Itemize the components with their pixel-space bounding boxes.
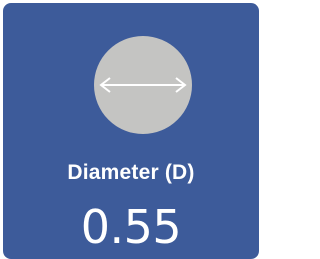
double-arrow-icon xyxy=(99,77,187,93)
tile-value: 0.55 xyxy=(80,200,182,254)
diameter-tile: Diameter (D) 0.55 xyxy=(3,3,259,259)
tile-label: Diameter (D) xyxy=(67,161,195,184)
diameter-circle-icon xyxy=(94,36,192,134)
